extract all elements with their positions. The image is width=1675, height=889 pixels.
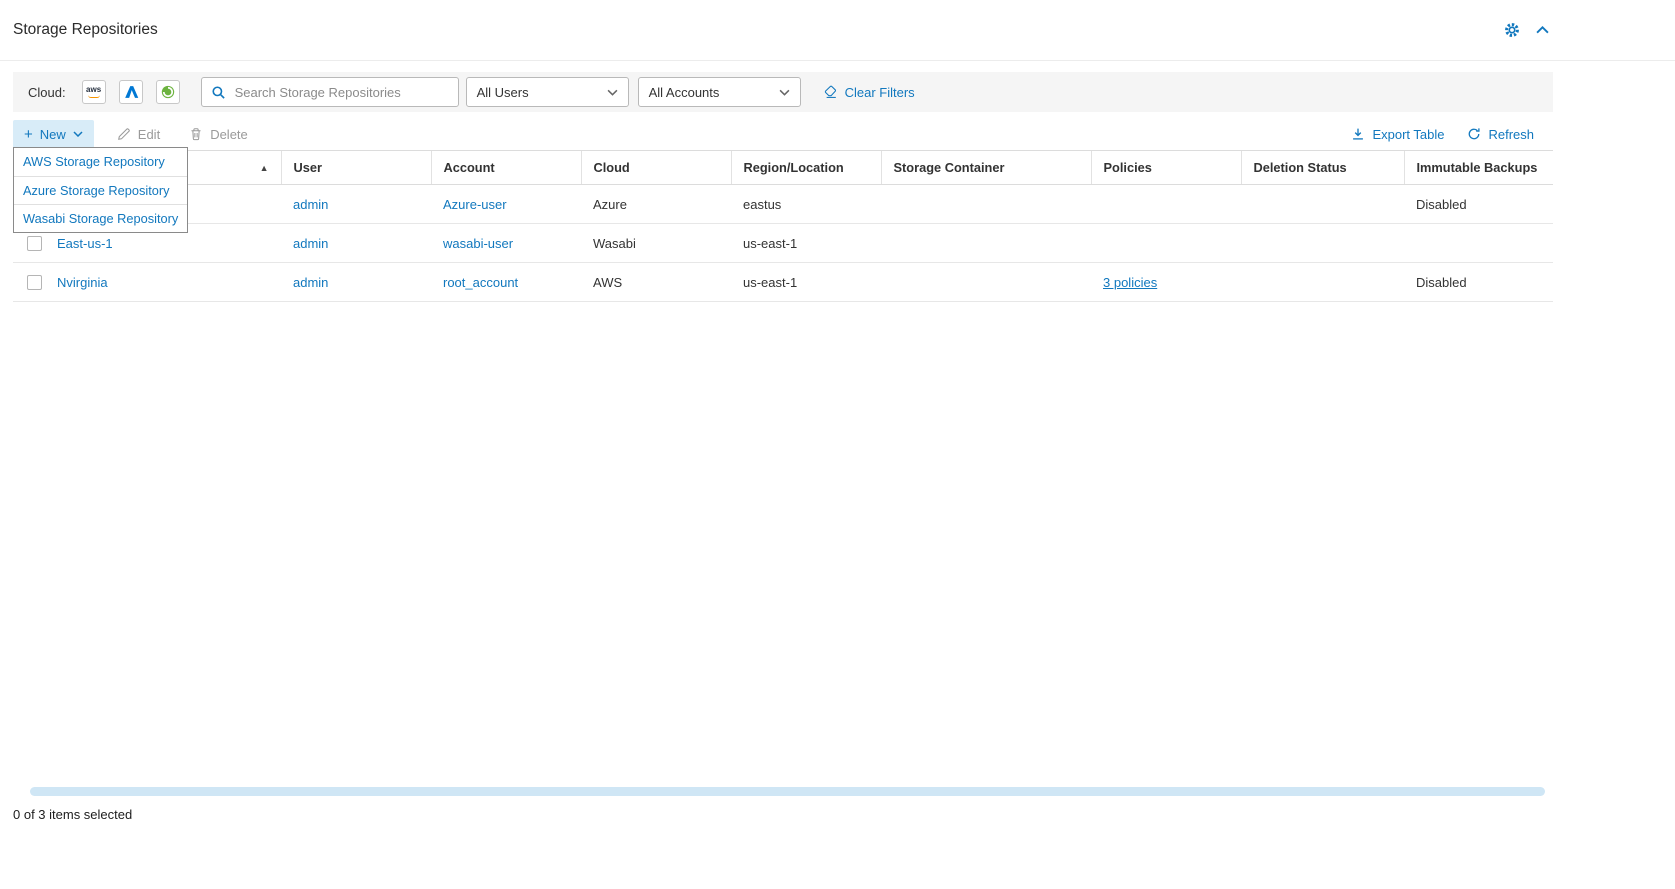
page-title: Storage Repositories — [13, 21, 158, 39]
aws-icon: aws — [86, 86, 101, 98]
users-filter-value: All Users — [477, 85, 529, 100]
column-header-region[interactable]: Region/Location — [731, 151, 881, 185]
edit-button-label: Edit — [138, 127, 160, 142]
column-header-account[interactable]: Account — [431, 151, 581, 185]
edit-button[interactable]: Edit — [111, 123, 166, 146]
chevron-down-icon — [779, 89, 790, 96]
export-table-label: Export Table — [1372, 127, 1444, 142]
page: Storage Repositories Cloud: aws — [0, 0, 1675, 889]
column-header-immutable-backups[interactable]: Immutable Backups — [1404, 151, 1553, 185]
column-label: Deletion Status — [1254, 160, 1347, 175]
settings-gear-icon[interactable] — [1503, 21, 1521, 39]
table-wrap: Name ▲ User Account Cloud Region/Locatio… — [13, 150, 1553, 302]
policies-link[interactable]: 3 policies — [1103, 275, 1157, 290]
search-icon — [211, 85, 226, 100]
users-filter-select[interactable]: All Users — [466, 77, 629, 107]
column-header-user[interactable]: User — [281, 151, 431, 185]
chevron-down-icon — [607, 89, 618, 96]
column-label: User — [294, 160, 322, 175]
column-label: Region/Location — [744, 160, 844, 175]
download-icon — [1351, 127, 1365, 141]
deletion-status-cell — [1241, 185, 1404, 224]
account-link[interactable]: wasabi-user — [443, 236, 513, 251]
menu-item-azure-storage-repository[interactable]: Azure Storage Repository — [14, 176, 187, 204]
immutable-backups-cell: Disabled — [1404, 263, 1553, 302]
immutable-backups-cell — [1404, 224, 1553, 263]
wasabi-cloud-filter-button[interactable] — [156, 80, 180, 104]
storage-repositories-table: Name ▲ User Account Cloud Region/Locatio… — [13, 150, 1553, 302]
table-header-row: Name ▲ User Account Cloud Region/Locatio… — [13, 151, 1553, 185]
new-button[interactable]: + New — [13, 120, 94, 149]
repo-name-link[interactable]: East-us-1 — [57, 236, 113, 251]
selection-status: 0 of 3 items selected — [13, 807, 132, 822]
pencil-icon — [117, 127, 131, 141]
clear-filters-label: Clear Filters — [845, 85, 915, 100]
cloud-filter-label: Cloud: — [28, 85, 66, 100]
column-label: Policies — [1104, 160, 1152, 175]
user-link[interactable]: admin — [293, 275, 328, 290]
table-row: Nvirginia admin root_account AWS us-east… — [13, 263, 1553, 302]
row-checkbox[interactable] — [27, 275, 42, 290]
clear-filters-button[interactable]: Clear Filters — [824, 85, 915, 100]
table-row: East-us-1 admin wasabi-user Wasabi us-ea… — [13, 224, 1553, 263]
menu-item-aws-storage-repository[interactable]: AWS Storage Repository — [14, 148, 187, 176]
accounts-filter-select[interactable]: All Accounts — [638, 77, 801, 107]
storage-container-cell — [881, 263, 1091, 302]
refresh-icon — [1467, 127, 1481, 141]
refresh-button[interactable]: Refresh — [1467, 127, 1534, 142]
new-button-label: New — [40, 127, 66, 142]
delete-button[interactable]: Delete — [183, 123, 254, 146]
user-link[interactable]: admin — [293, 197, 328, 212]
cloud-cell: AWS — [581, 263, 731, 302]
column-label: Cloud — [594, 160, 630, 175]
column-header-storage-container[interactable]: Storage Container — [881, 151, 1091, 185]
cloud-cell: Azure — [581, 185, 731, 224]
storage-container-cell — [881, 224, 1091, 263]
horizontal-scrollbar[interactable] — [30, 787, 1545, 796]
column-header-deletion-status[interactable]: Deletion Status — [1241, 151, 1404, 185]
user-link[interactable]: admin — [293, 236, 328, 251]
search-box — [201, 77, 459, 107]
row-checkbox[interactable] — [27, 236, 42, 251]
column-header-policies[interactable]: Policies — [1091, 151, 1241, 185]
content: Cloud: aws — [0, 62, 1675, 889]
azure-icon — [123, 84, 139, 100]
menu-item-wasabi-storage-repository[interactable]: Wasabi Storage Repository — [14, 204, 187, 232]
column-label: Account — [444, 160, 495, 175]
header-icons — [1503, 21, 1549, 39]
sort-ascending-icon[interactable]: ▲ — [260, 163, 269, 173]
toolbar: + New Edit — [13, 118, 1553, 150]
account-link[interactable]: Azure-user — [443, 197, 507, 212]
region-cell: eastus — [731, 185, 881, 224]
column-header-cloud[interactable]: Cloud — [581, 151, 731, 185]
page-header: Storage Repositories — [0, 0, 1675, 61]
search-input[interactable] — [233, 84, 449, 101]
plus-icon: + — [24, 127, 33, 142]
column-label: Storage Container — [894, 160, 1005, 175]
deletion-status-cell — [1241, 224, 1404, 263]
new-menu: AWS Storage Repository Azure Storage Rep… — [13, 147, 188, 233]
region-cell: us-east-1 — [731, 263, 881, 302]
table-row: admin Azure-user Azure eastus Disabled — [13, 185, 1553, 224]
filter-bar: Cloud: aws — [13, 72, 1553, 112]
account-link[interactable]: root_account — [443, 275, 518, 290]
deletion-status-cell — [1241, 263, 1404, 302]
cloud-cell: Wasabi — [581, 224, 731, 263]
export-table-button[interactable]: Export Table — [1351, 127, 1444, 142]
chevron-down-icon — [73, 131, 83, 137]
delete-button-label: Delete — [210, 127, 248, 142]
wasabi-icon — [160, 84, 176, 100]
eraser-icon — [824, 85, 838, 99]
aws-cloud-filter-button[interactable]: aws — [82, 80, 106, 104]
immutable-backups-cell: Disabled — [1404, 185, 1553, 224]
region-cell: us-east-1 — [731, 224, 881, 263]
collapse-chevron-up-icon[interactable] — [1536, 26, 1549, 34]
storage-container-cell — [881, 185, 1091, 224]
azure-cloud-filter-button[interactable] — [119, 80, 143, 104]
accounts-filter-value: All Accounts — [649, 85, 720, 100]
refresh-label: Refresh — [1488, 127, 1534, 142]
column-label: Immutable Backups — [1417, 160, 1538, 175]
repo-name-link[interactable]: Nvirginia — [57, 275, 108, 290]
trash-icon — [189, 127, 203, 141]
